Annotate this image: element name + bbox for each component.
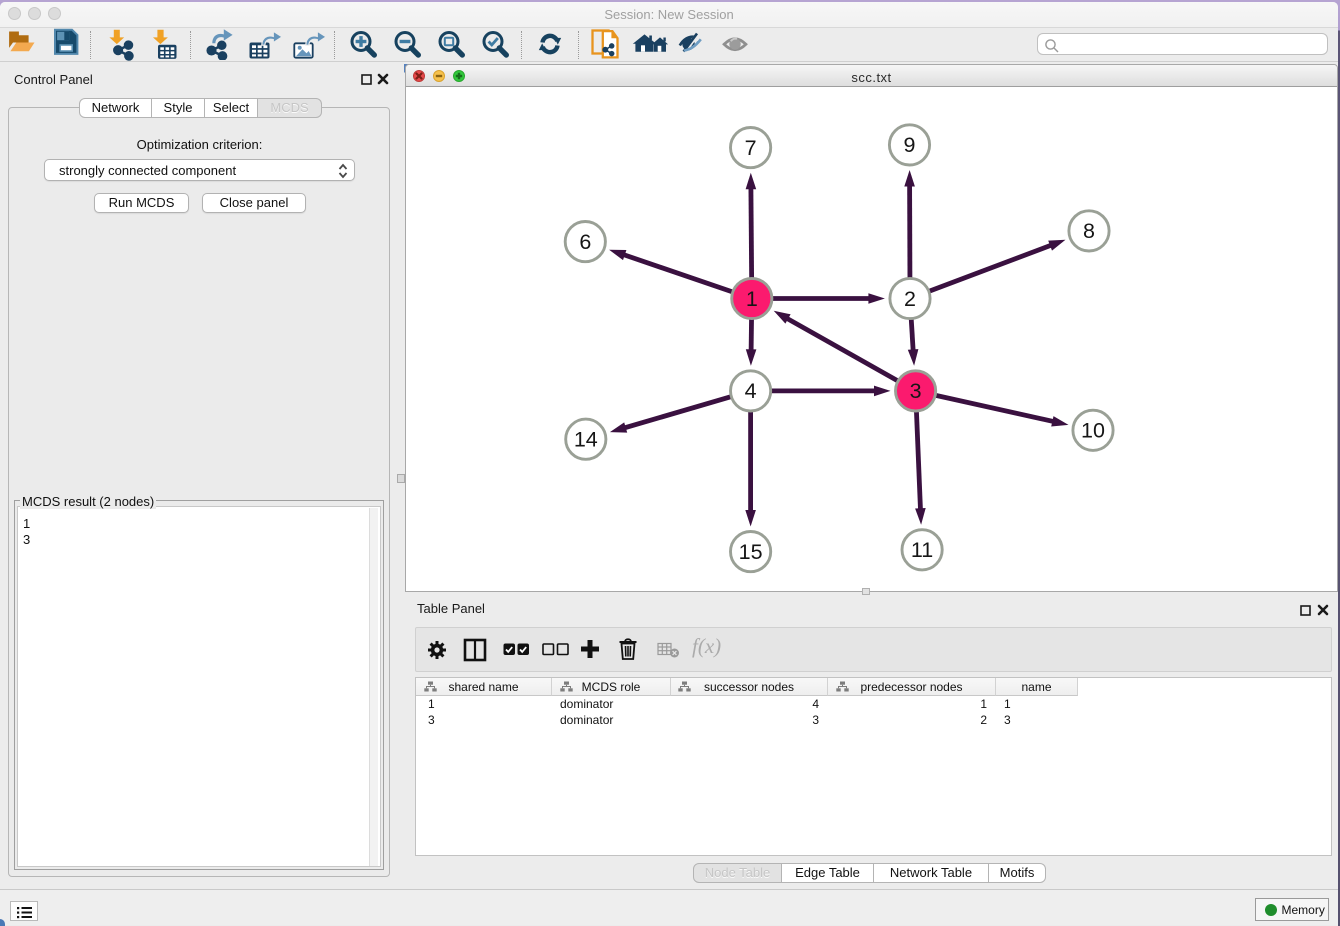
svg-text:11: 11 xyxy=(911,538,933,562)
svg-text:14: 14 xyxy=(574,428,598,452)
svg-text:10: 10 xyxy=(1081,419,1105,443)
svg-text:2: 2 xyxy=(904,287,916,311)
svg-text:1: 1 xyxy=(746,287,758,311)
svg-text:9: 9 xyxy=(904,133,916,157)
svg-text:4: 4 xyxy=(745,379,757,403)
svg-text:8: 8 xyxy=(1083,219,1095,243)
svg-text:7: 7 xyxy=(745,136,757,160)
svg-text:6: 6 xyxy=(579,230,591,254)
svg-text:15: 15 xyxy=(739,540,763,564)
svg-text:3: 3 xyxy=(910,379,922,403)
